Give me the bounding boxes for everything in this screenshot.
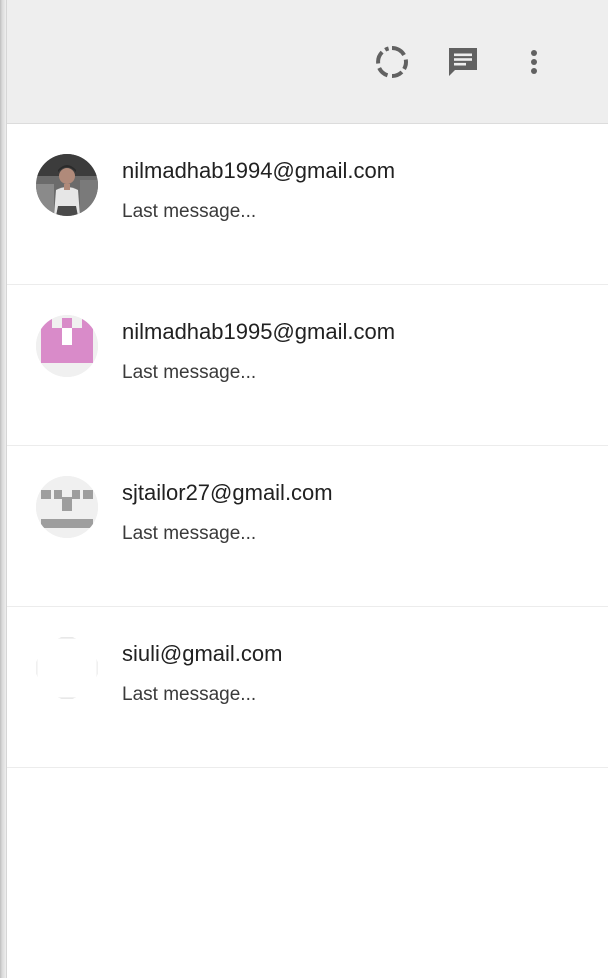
chat-title: siuli@gmail.com xyxy=(122,641,283,666)
chat-title: nilmadhab1994@gmail.com xyxy=(122,158,396,183)
chat-title: nilmadhab1995@gmail.com xyxy=(122,319,396,344)
avatar xyxy=(36,637,98,699)
avatar-photo xyxy=(36,154,98,216)
avatar xyxy=(36,315,98,377)
avatar xyxy=(36,154,98,216)
chat-row[interactable]: sjtailor27@gmail.com Last message... xyxy=(7,446,608,607)
chat-last-message: Last message... xyxy=(122,684,257,705)
chat-app: nilmadhab1994@gmail.com Last message... … xyxy=(6,0,608,978)
chat-last-message: Last message... xyxy=(122,362,257,383)
app-header xyxy=(7,0,608,124)
avatar-identicon xyxy=(36,476,98,538)
status-ring-icon xyxy=(376,46,408,79)
more-options-button[interactable] xyxy=(510,38,558,86)
new-chat-icon xyxy=(449,48,477,76)
new-chat-button[interactable] xyxy=(439,38,487,86)
chat-last-message: Last message... xyxy=(122,201,257,222)
chat-last-message: Last message... xyxy=(122,523,257,544)
chat-row[interactable]: nilmadhab1994@gmail.com Last message... xyxy=(7,124,608,285)
chat-row[interactable]: nilmadhab1995@gmail.com Last message... xyxy=(7,285,608,446)
chat-title: sjtailor27@gmail.com xyxy=(122,480,333,505)
avatar-identicon xyxy=(36,315,98,377)
avatar-blank xyxy=(36,637,98,699)
more-vert-icon xyxy=(531,50,537,74)
chat-list: nilmadhab1994@gmail.com Last message... … xyxy=(7,124,608,768)
chat-row[interactable]: siuli@gmail.com Last message... xyxy=(7,607,608,768)
status-button[interactable] xyxy=(368,38,416,86)
avatar xyxy=(36,476,98,538)
